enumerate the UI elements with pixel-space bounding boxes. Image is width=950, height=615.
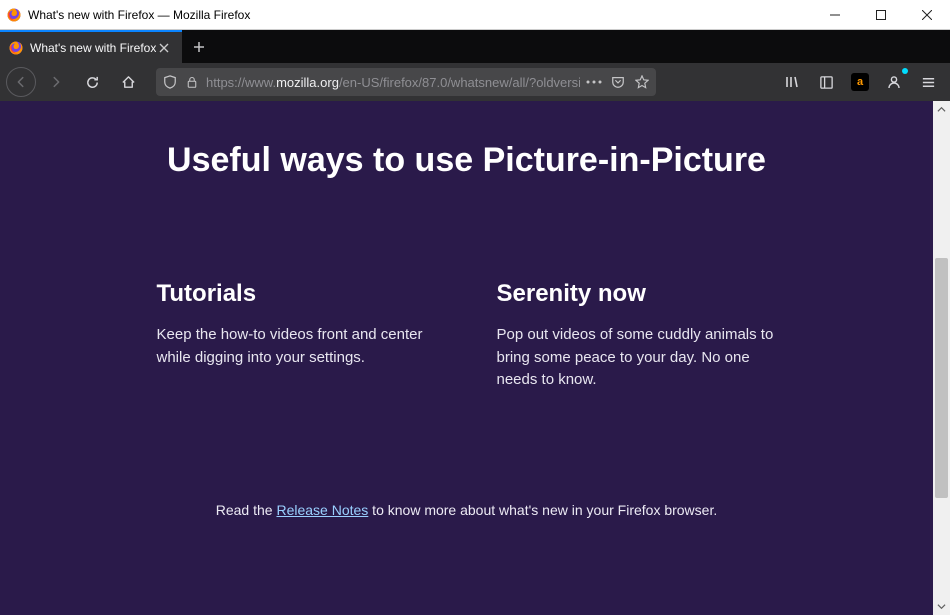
firefox-account-button[interactable]: [878, 66, 910, 98]
firefox-app-icon: [6, 7, 22, 23]
scroll-track[interactable]: [933, 118, 950, 598]
forward-button[interactable]: [40, 66, 72, 98]
scroll-up-arrow-icon[interactable]: [933, 101, 950, 118]
feature-column-serenity: Serenity now Pop out videos of some cudd…: [497, 280, 777, 392]
release-notes-link[interactable]: Release Notes: [276, 502, 368, 518]
amazon-icon: a: [851, 73, 869, 91]
minimize-button[interactable]: [812, 0, 858, 30]
vertical-scrollbar[interactable]: [933, 101, 950, 615]
tab-close-button[interactable]: [156, 40, 172, 56]
footer-note: Read the Release Notes to know more abou…: [0, 502, 933, 518]
page-content: Useful ways to use Picture-in-Picture Tu…: [0, 101, 933, 615]
column-title: Tutorials: [157, 280, 437, 308]
window-title: What's new with Firefox — Mozilla Firefo…: [28, 8, 250, 22]
url-bar[interactable]: https://www.mozilla.org/en-US/firefox/87…: [156, 68, 656, 96]
reload-button[interactable]: [76, 66, 108, 98]
page-heading: Useful ways to use Picture-in-Picture: [0, 141, 933, 180]
save-to-pocket-button[interactable]: [610, 74, 626, 90]
bookmark-star-button[interactable]: [634, 74, 650, 90]
feature-column-tutorials: Tutorials Keep the how-to videos front a…: [157, 280, 437, 392]
scroll-thumb[interactable]: [935, 258, 948, 498]
tab-label: What's new with Firefox: [30, 41, 156, 55]
back-button[interactable]: [6, 67, 36, 97]
tab-strip: What's new with Firefox: [0, 30, 950, 63]
library-button[interactable]: [776, 66, 808, 98]
amazon-extension-button[interactable]: a: [844, 66, 876, 98]
column-body: Keep the how-to videos front and center …: [157, 324, 437, 369]
maximize-button[interactable]: [858, 0, 904, 30]
sidebar-button[interactable]: [810, 66, 842, 98]
footer-pre: Read the: [216, 502, 277, 518]
home-button[interactable]: [112, 66, 144, 98]
firefox-favicon-icon: [8, 40, 24, 56]
close-window-button[interactable]: [904, 0, 950, 30]
footer-post: to know more about what's new in your Fi…: [368, 502, 717, 518]
new-tab-button[interactable]: [182, 30, 216, 63]
column-body: Pop out videos of some cuddly animals to…: [497, 324, 777, 392]
url-path: /en-US/firefox/87.0/whatsnew/all/?oldver…: [339, 75, 580, 90]
content-viewport: Useful ways to use Picture-in-Picture Tu…: [0, 101, 950, 615]
url-text[interactable]: https://www.mozilla.org/en-US/firefox/87…: [206, 75, 580, 90]
window-titlebar: What's new with Firefox — Mozilla Firefo…: [0, 0, 950, 30]
url-prefix: https://www.: [206, 75, 276, 90]
page-actions-button[interactable]: [586, 74, 602, 90]
browser-tab[interactable]: What's new with Firefox: [0, 30, 182, 63]
hamburger-menu-button[interactable]: [912, 66, 944, 98]
navigation-toolbar: https://www.mozilla.org/en-US/firefox/87…: [0, 63, 950, 101]
tracking-protection-icon[interactable]: [162, 74, 178, 90]
scroll-down-arrow-icon[interactable]: [933, 598, 950, 615]
column-title: Serenity now: [497, 280, 777, 308]
lock-icon[interactable]: [184, 74, 200, 90]
url-domain: mozilla.org: [276, 75, 339, 90]
